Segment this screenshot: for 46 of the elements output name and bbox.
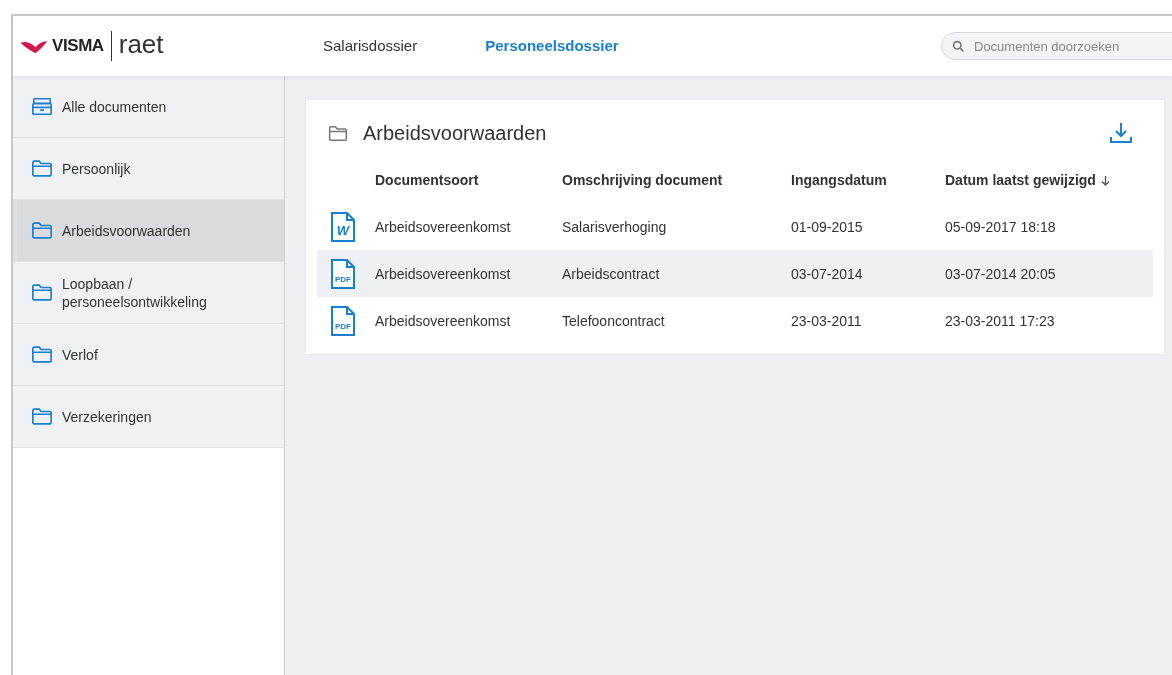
table-cell: Salarisverhoging (562, 218, 667, 235)
folder-icon (31, 159, 53, 178)
sort-down-icon[interactable] (1100, 175, 1110, 186)
table-cell: Arbeidsovereenkomst (375, 312, 511, 329)
sidebar-label: Loopbaan / personeelsontwikkeling (62, 274, 208, 311)
table-cell: Arbeidsovereenkomst (375, 265, 511, 282)
archive-icon (31, 97, 53, 116)
table-cell: 03-07-2014 20:05 (945, 265, 1056, 282)
sidebar-label: Verlof (62, 345, 98, 364)
table-row[interactable]: PDF Arbeidsovereenkomst Arbeidscontract 03-07-2014 03-07-2014 20:05 (317, 250, 1153, 297)
sidebar-item[interactable]: Verzekeringen (13, 386, 284, 448)
column-header[interactable]: Datum laatst gewijzigd (945, 170, 1096, 191)
sidebar-item[interactable]: Loopbaan / personeelsontwikkeling (13, 262, 284, 324)
column-header[interactable]: Documentsoort (375, 170, 479, 191)
table-cell: Arbeidscontract (562, 265, 660, 282)
folder-icon (31, 283, 53, 302)
logo-brand: VISMA (52, 35, 104, 58)
folder-icon (328, 124, 348, 142)
folder-icon (31, 407, 53, 426)
folder-icon (31, 345, 53, 364)
folder-icon (31, 221, 53, 240)
table-cell: 05-09-2017 18:18 (945, 218, 1056, 235)
sidebar-label: Arbeidsvoorwaarden (62, 221, 191, 240)
logo-product: raet (118, 31, 164, 57)
nav-tab[interactable]: Salarisdossier (323, 34, 418, 58)
column-header[interactable]: Omschrijving document (562, 170, 723, 191)
sidebar-item[interactable]: Persoonlijk (13, 138, 284, 200)
sidebar-label: Verzekeringen (62, 407, 152, 426)
table-cell: 23-03-2011 17:23 (945, 312, 1055, 329)
table-cell: 23-03-2011 (791, 312, 862, 329)
column-header[interactable]: Ingangsdatum (791, 170, 887, 191)
sidebar-label: Alle documenten (62, 97, 167, 116)
search-field[interactable]: Documenten doorzoeken (941, 32, 1172, 60)
panel-title: Arbeidsvoorwaarden (363, 121, 547, 146)
sidebar-item[interactable]: Verlof (13, 324, 284, 386)
sidebar-item[interactable]: Alle documenten (13, 76, 284, 138)
table-cell: Arbeidsovereenkomst (375, 218, 511, 235)
download-button[interactable] (1109, 121, 1133, 145)
nav-tab[interactable]: Personeelsdossier (485, 34, 619, 58)
sidebar-item[interactable]: Arbeidsvoorwaarden (13, 200, 284, 262)
table-cell: 03-07-2014 (791, 265, 863, 282)
search-icon (952, 40, 965, 53)
download-icon (1109, 121, 1133, 145)
table-cell: 01-09-2015 (791, 218, 863, 235)
table-cell: Telefooncontract (562, 312, 665, 329)
sidebar-label: Persoonlijk (62, 159, 131, 178)
